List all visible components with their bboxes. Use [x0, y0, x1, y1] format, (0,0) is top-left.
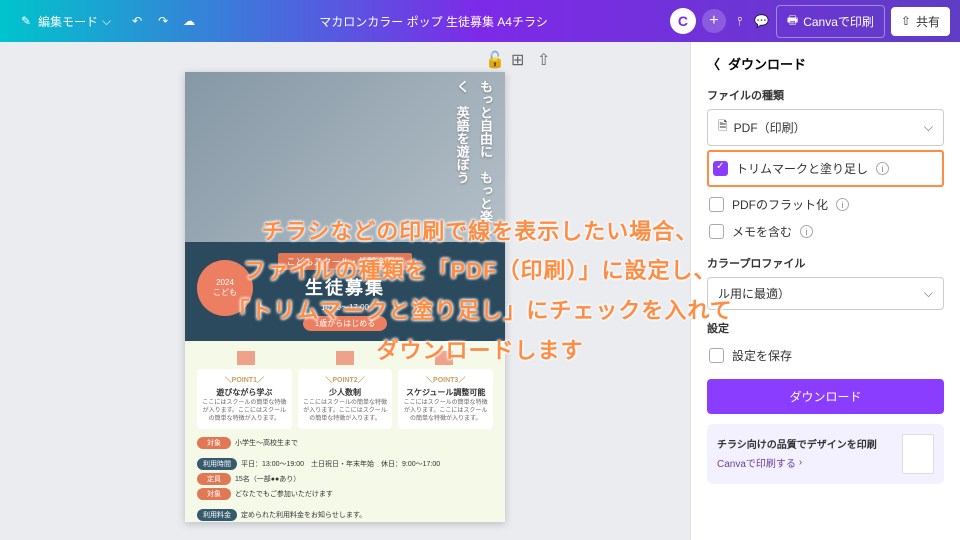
- print-promo[interactable]: チラシ向けの品質でデザインを印刷 Canvaで印刷する›: [707, 424, 944, 484]
- point-1: ＼POINT1／遊びながら学ぶここにはスクールの簡単な特徴が入ります。ここにはス…: [197, 369, 292, 429]
- memo-checkbox[interactable]: [709, 224, 724, 239]
- filetype-select[interactable]: 🗎 PDF（印刷）: [707, 109, 944, 146]
- points-row: ＼POINT1／遊びながら学ぶここにはスクールの簡単な特徴が入ります。ここにはス…: [197, 369, 493, 429]
- lock-icon[interactable]: 🔓: [485, 50, 501, 66]
- analytics-icon[interactable]: ⫯: [732, 13, 748, 29]
- canvas-controls: 🔓 ⊞ ⇧: [485, 50, 553, 66]
- back-icon[interactable]: 〈: [707, 54, 720, 73]
- point-2: ＼POINT2／少人数制ここにはスクールの簡単な特徴が入ります。ここにはスクール…: [298, 369, 393, 429]
- trim-checkbox[interactable]: [713, 161, 728, 176]
- flyer-document[interactable]: もっと自由に もっと楽しく 英語を遊ぼう 2024こども こどもスクール・体験会…: [185, 72, 505, 522]
- grid-icon[interactable]: ⊞: [511, 50, 527, 66]
- highlight-trim-option: トリムマークと塗り足し i: [707, 150, 944, 187]
- workspace: 🔓 ⊞ ⇧ もっと自由に もっと楽しく 英語を遊ぼう 2024こども こどもスク…: [0, 42, 960, 540]
- printer-icon: 🖶: [787, 11, 798, 32]
- flatten-label: PDFのフラット化: [732, 196, 828, 213]
- chevron-right-icon: ›: [799, 457, 802, 468]
- download-button[interactable]: ダウンロード: [707, 379, 944, 414]
- save-settings-checkbox[interactable]: [709, 348, 724, 363]
- color-profile-select[interactable]: ル用に最適）: [707, 277, 944, 310]
- add-member-button[interactable]: +: [702, 9, 726, 33]
- download-panel: 〈 ダウンロード ファイルの種類 🗎 PDF（印刷） トリムマークと塗り足し i…: [690, 42, 960, 540]
- save-settings-row[interactable]: 設定を保存: [707, 342, 944, 369]
- color-profile-label: カラープロファイル: [707, 255, 944, 271]
- avatar[interactable]: C: [670, 8, 696, 34]
- share-icon: ⇧: [901, 14, 911, 28]
- pencil-icon: ✎: [18, 13, 34, 29]
- flatten-checkbox-row[interactable]: PDFのフラット化 i: [707, 191, 944, 218]
- trim-label: トリムマークと塗り足し: [736, 160, 868, 177]
- settings-label: 設定: [707, 320, 944, 336]
- document-title[interactable]: マカロンカラー ポップ 生徒募集 A4チラシ: [205, 13, 662, 30]
- share-label: 共有: [916, 13, 940, 30]
- flyer-body: ＼POINT1／遊びながら学ぶここにはスクールの簡単な特徴が入ります。ここにはス…: [185, 341, 505, 522]
- flyer-hero-image: もっと自由に もっと楽しく 英語を遊ぼう: [185, 72, 505, 242]
- panel-title: ダウンロード: [728, 54, 806, 73]
- export-icon[interactable]: ⇧: [537, 50, 553, 66]
- panel-header: 〈 ダウンロード: [707, 54, 944, 73]
- topbar-right: C + ⫯ 💬 🖶 Canvaで印刷 ⇧ 共有: [670, 5, 950, 38]
- topbar-left: ✎ 編集モード ⌵ ↶ ↷ ☁: [10, 8, 197, 35]
- hero-vertical-text: もっと自由に もっと楽しく 英語を遊ぼう: [450, 80, 497, 242]
- cloud-sync-icon[interactable]: ☁: [181, 13, 197, 29]
- undo-icon[interactable]: ↶: [129, 13, 145, 29]
- info-icon[interactable]: i: [800, 225, 813, 238]
- edit-mode-button[interactable]: ✎ 編集モード ⌵: [10, 8, 119, 35]
- pdf-icon: 🗎: [718, 117, 728, 138]
- memo-label: メモを含む: [732, 223, 792, 240]
- circle-badge: 2024こども: [197, 260, 253, 316]
- memo-checkbox-row[interactable]: メモを含む i: [707, 218, 944, 245]
- trim-marks-checkbox-row[interactable]: トリムマークと塗り足し i: [711, 155, 940, 182]
- flyer-pill: 1歳からはじめる: [303, 316, 387, 331]
- topbar: ✎ 編集モード ⌵ ↶ ↷ ☁ マカロンカラー ポップ 生徒募集 A4チラシ C…: [0, 0, 960, 42]
- print-button[interactable]: 🖶 Canvaで印刷: [776, 5, 885, 38]
- filetype-value: PDF（印刷）: [734, 119, 806, 136]
- filetype-label: ファイルの種類: [707, 87, 944, 103]
- chevron-down-icon: ⌵: [102, 14, 111, 29]
- info-icon[interactable]: i: [876, 162, 889, 175]
- flyer-mid: 2024こども こどもスクール・体験会開催 生徒募集 10:00～17:00 1…: [185, 242, 505, 341]
- redo-icon[interactable]: ↷: [155, 13, 171, 29]
- promo-thumbnail: [902, 434, 934, 474]
- promo-link[interactable]: Canvaで印刷する›: [717, 455, 894, 470]
- edit-mode-label: 編集モード: [38, 13, 98, 30]
- info-icon[interactable]: i: [836, 198, 849, 211]
- flatten-checkbox[interactable]: [709, 197, 724, 212]
- save-settings-label: 設定を保存: [732, 347, 792, 364]
- share-button[interactable]: ⇧ 共有: [891, 7, 950, 36]
- event-tag: こどもスクール・体験会開催: [278, 253, 411, 270]
- promo-title: チラシ向けの品質でデザインを印刷: [717, 439, 894, 452]
- color-value: ル用に最適）: [718, 285, 790, 302]
- comment-icon[interactable]: 💬: [754, 13, 770, 29]
- print-label: Canvaで印刷: [803, 13, 874, 30]
- point-3: ＼POINT3／スケジュール調整可能ここにはスクールの簡単な特徴が入ります。ここ…: [398, 369, 493, 429]
- canvas-area[interactable]: 🔓 ⊞ ⇧ もっと自由に もっと楽しく 英語を遊ぼう 2024こども こどもスク…: [0, 42, 690, 540]
